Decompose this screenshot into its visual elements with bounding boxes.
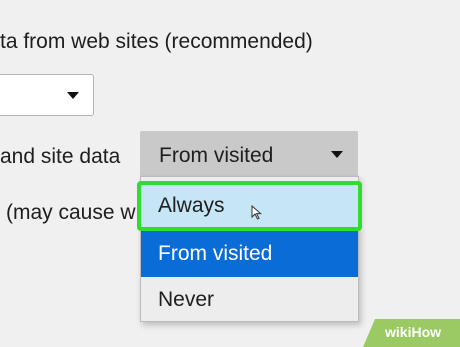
watermark-wiki: wiki	[385, 324, 412, 340]
option-from-visited[interactable]: From visited	[141, 231, 358, 277]
watermark-how: How	[411, 324, 442, 340]
option-always[interactable]: Always	[137, 181, 362, 231]
chevron-down-icon	[67, 92, 79, 99]
mouse-cursor-icon	[251, 204, 263, 226]
cookie-select[interactable]: From visited	[140, 131, 358, 177]
chevron-down-icon[interactable]	[331, 151, 343, 158]
history-select[interactable]	[0, 74, 94, 116]
option-never[interactable]: Never	[141, 277, 358, 323]
third-party-label: (may cause w	[6, 201, 136, 224]
cookie-dropdown-menu: Always From visited Never	[137, 176, 362, 323]
cookie-select-value: From visited	[159, 144, 274, 167]
accept-cookies-label: ta from web sites (recommended)	[0, 30, 313, 53]
wikihow-watermark: wikiHow	[363, 319, 460, 347]
cookies-label: and site data	[0, 145, 121, 168]
